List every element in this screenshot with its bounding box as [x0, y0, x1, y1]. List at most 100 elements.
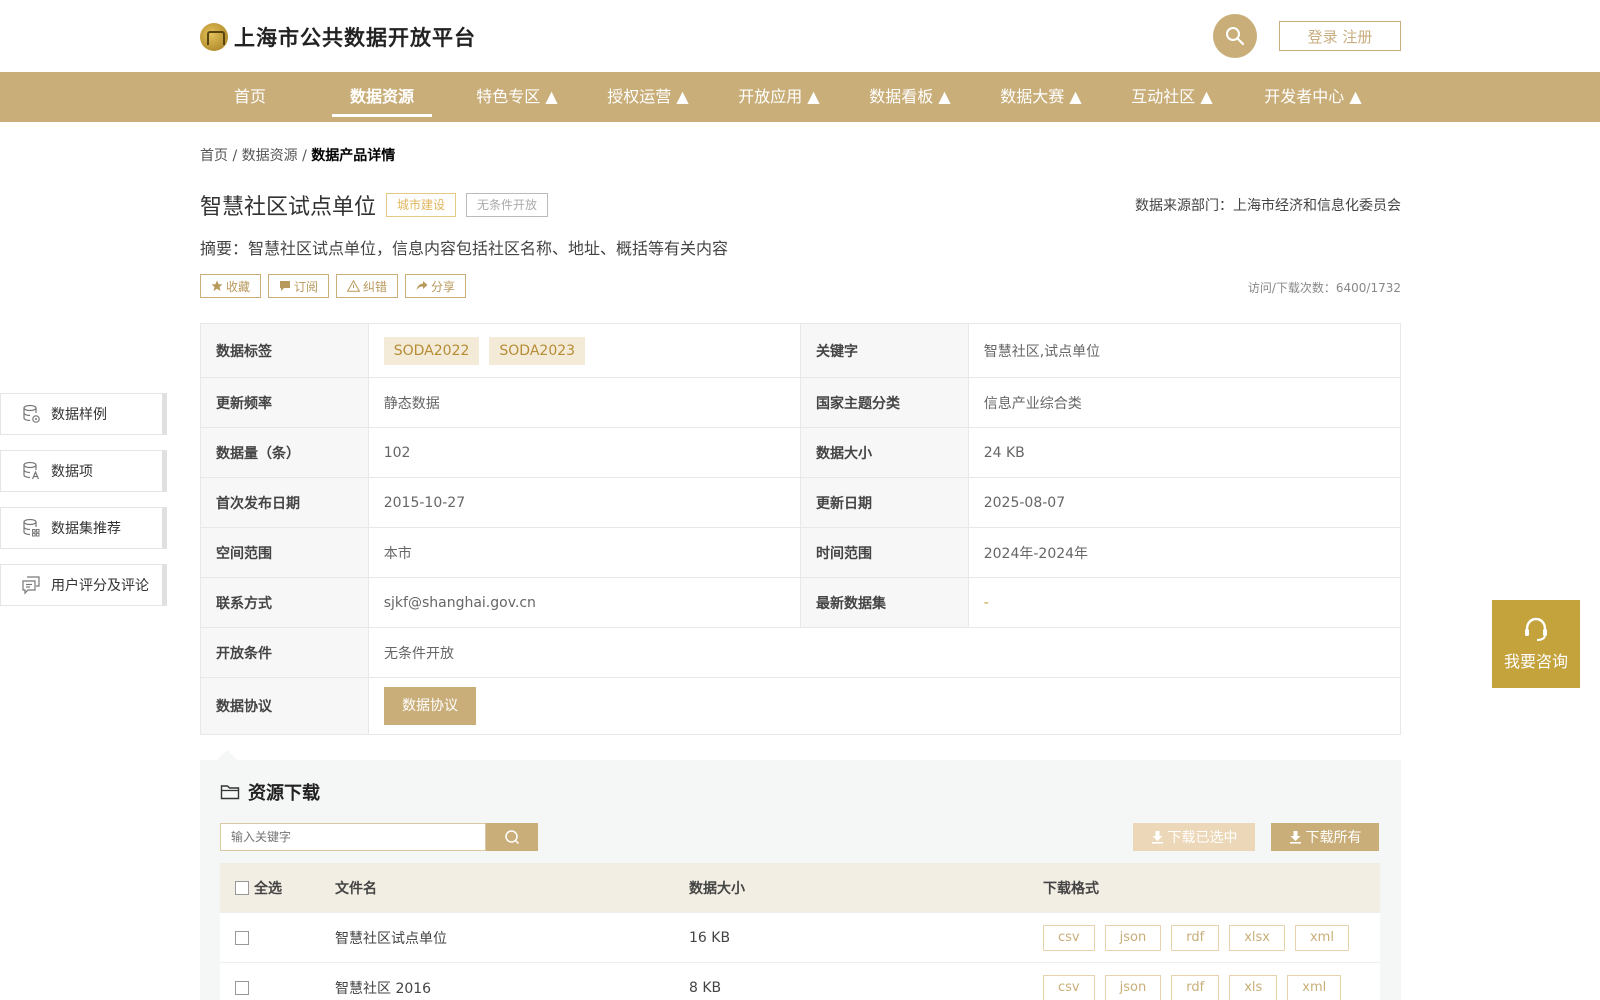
- page-title: 智慧社区试点单位: [200, 195, 377, 220]
- table-row: 智慧社区试点单位 16 KB csv json rdf xlsx xml: [220, 913, 1380, 963]
- download-icon: [1151, 831, 1163, 844]
- format-xml-button[interactable]: xml: [1287, 974, 1342, 1000]
- database-icon: [23, 404, 40, 423]
- row-checkbox[interactable]: [235, 930, 249, 945]
- data-protocol-button[interactable]: 数据协议: [384, 687, 476, 725]
- nav-data-dashboard[interactable]: 数据看板 ▲: [860, 72, 960, 122]
- nav-special-zone[interactable]: 特色专区 ▲: [467, 72, 567, 122]
- format-xml-button[interactable]: xml: [1294, 924, 1349, 951]
- info-row: 开放条件 无条件开放: [201, 628, 1400, 678]
- breadcrumb-separator: /: [228, 148, 242, 164]
- info-table: 数据标签 SODA2022 SODA2023 关键字 智慧社区,试点单位 更新频…: [200, 323, 1401, 735]
- file-size: 16 KB: [689, 929, 731, 946]
- nav-open-apps[interactable]: 开放应用 ▲: [729, 72, 829, 122]
- breadcrumb-home[interactable]: 首页: [200, 148, 228, 164]
- info-value: 2015-10-27: [369, 478, 801, 527]
- format-csv-button[interactable]: csv: [1043, 924, 1095, 951]
- nav-home[interactable]: 首页: [220, 72, 280, 122]
- search-icon: [505, 830, 520, 845]
- info-label: 首次发布日期: [201, 478, 369, 527]
- nav-developer-center[interactable]: 开发者中心 ▲: [1253, 72, 1373, 122]
- breadcrumb-separator: /: [297, 148, 312, 164]
- latest-dataset-link[interactable]: -: [969, 578, 1400, 627]
- format-buttons: csv json rdf xls xml: [1043, 974, 1380, 1000]
- info-value: 2025-08-07: [983, 494, 1066, 511]
- info-label: 空间范围: [201, 528, 369, 577]
- info-row: 数据量（条） 102 数据大小 24 KB: [201, 428, 1400, 478]
- format-csv-button[interactable]: csv: [1043, 974, 1095, 1000]
- info-label: 数据大小: [801, 428, 969, 477]
- info-value: 信息产业综合类: [983, 395, 1082, 412]
- nav-data-resources[interactable]: 数据资源: [332, 72, 432, 122]
- contact-email[interactable]: sjkf@shanghai.gov.cn: [369, 578, 801, 627]
- header-search-button[interactable]: [1213, 14, 1257, 58]
- download-selected-button[interactable]: 下载已选中: [1133, 823, 1255, 851]
- file-name: 智慧社区 2016: [335, 980, 432, 997]
- format-json-button[interactable]: json: [1104, 924, 1162, 951]
- info-label: 最新数据集: [801, 578, 969, 627]
- nav-data-contest[interactable]: 数据大赛 ▲: [991, 72, 1091, 122]
- warning-icon: [347, 280, 361, 292]
- share-icon: [416, 281, 428, 291]
- subscribe-button[interactable]: 订阅: [268, 274, 330, 298]
- column-header-formats: 下载格式: [1043, 880, 1099, 897]
- logo-icon: [200, 23, 228, 51]
- select-all-checkbox[interactable]: [235, 880, 249, 895]
- select-all-label: 全选: [254, 880, 282, 897]
- sidebar-item-dataset-recommend[interactable]: 数据集推荐: [0, 507, 167, 549]
- nav-authorized-ops[interactable]: 授权运营 ▲: [598, 72, 698, 122]
- format-json-button[interactable]: json: [1104, 974, 1162, 1000]
- sidebar-item-data-fields[interactable]: 数据项: [0, 450, 167, 492]
- breadcrumb-resources[interactable]: 数据资源: [242, 148, 298, 164]
- visit-download-count: 访问/下载次数：6400/1732: [1247, 281, 1401, 295]
- format-buttons: csv json rdf xlsx xml: [1043, 924, 1380, 951]
- report-error-button[interactable]: 纠错: [336, 274, 399, 298]
- share-button[interactable]: 分享: [405, 274, 467, 298]
- column-header-size: 数据大小: [689, 880, 745, 897]
- login-register-button[interactable]: 登录 注册: [1279, 21, 1401, 51]
- consult-button[interactable]: 我要咨询: [1492, 600, 1580, 688]
- format-rdf-button[interactable]: rdf: [1171, 924, 1220, 951]
- search-icon: [1226, 27, 1245, 46]
- info-row: 数据标签 SODA2022 SODA2023 关键字 智慧社区,试点单位: [201, 324, 1400, 378]
- summary-text: 摘要：智慧社区试点单位，信息内容包括社区名称、地址、概括等有关内容: [200, 239, 729, 258]
- resource-title: 资源下载: [220, 779, 320, 805]
- info-label: 时间范围: [801, 528, 969, 577]
- breadcrumb-current: 数据产品详情: [311, 148, 396, 164]
- main-nav: 首页 数据资源 特色专区 ▲ 授权运营 ▲ 开放应用 ▲ 数据看板 ▲ 数据大赛…: [0, 72, 1600, 122]
- nav-community[interactable]: 互动社区 ▲: [1122, 72, 1222, 122]
- title-row: 智慧社区试点单位 城市建设 无条件开放: [200, 189, 549, 221]
- favorite-button[interactable]: 收藏: [200, 274, 262, 298]
- row-select-cell: [220, 980, 335, 995]
- info-value-tags: SODA2022 SODA2023: [369, 324, 801, 377]
- info-label: 关键字: [801, 324, 969, 377]
- download-all-button[interactable]: 下载所有: [1271, 823, 1379, 851]
- site-title: 上海市公共数据开放平台: [234, 26, 476, 50]
- data-tag-chip[interactable]: SODA2023: [489, 336, 586, 365]
- info-label: 更新日期: [801, 478, 969, 527]
- keyword-search-button[interactable]: [486, 823, 538, 851]
- data-tag-chip[interactable]: SODA2022: [383, 336, 480, 365]
- info-row: 数据协议 数据协议: [201, 678, 1400, 734]
- info-label: 更新频率: [201, 378, 369, 427]
- info-value: 无条件开放: [384, 645, 454, 662]
- side-nav: 数据样例 数据项 数据集推荐 用户评分及评论: [0, 393, 167, 621]
- breadcrumb: 首页 / 数据资源 / 数据产品详情: [200, 145, 395, 165]
- keyword-search-input[interactable]: [220, 823, 486, 851]
- format-rdf-button[interactable]: rdf: [1171, 974, 1220, 1000]
- info-value: 本市: [369, 528, 801, 577]
- info-value: 静态数据: [369, 378, 801, 427]
- format-xlsx-button[interactable]: xlsx: [1229, 924, 1285, 951]
- action-bar: 收藏 订阅 纠错 分享: [200, 274, 473, 298]
- info-value: 24 KB: [983, 444, 1025, 461]
- info-row: 更新频率 静态数据 国家主题分类 信息产业综合类: [201, 378, 1400, 428]
- info-label: 开放条件: [201, 628, 369, 677]
- site-logo[interactable]: 上海市公共数据开放平台: [200, 22, 476, 52]
- info-label: 联系方式: [201, 578, 369, 627]
- info-value: 智慧社区,试点单位: [983, 343, 1101, 360]
- format-xls-button[interactable]: xls: [1229, 974, 1278, 1000]
- sidebar-item-ratings-comments[interactable]: 用户评分及评论: [0, 564, 167, 606]
- open-condition-tag: 无条件开放: [466, 193, 549, 217]
- row-checkbox[interactable]: [235, 980, 249, 995]
- sidebar-item-data-sample[interactable]: 数据样例: [0, 393, 167, 435]
